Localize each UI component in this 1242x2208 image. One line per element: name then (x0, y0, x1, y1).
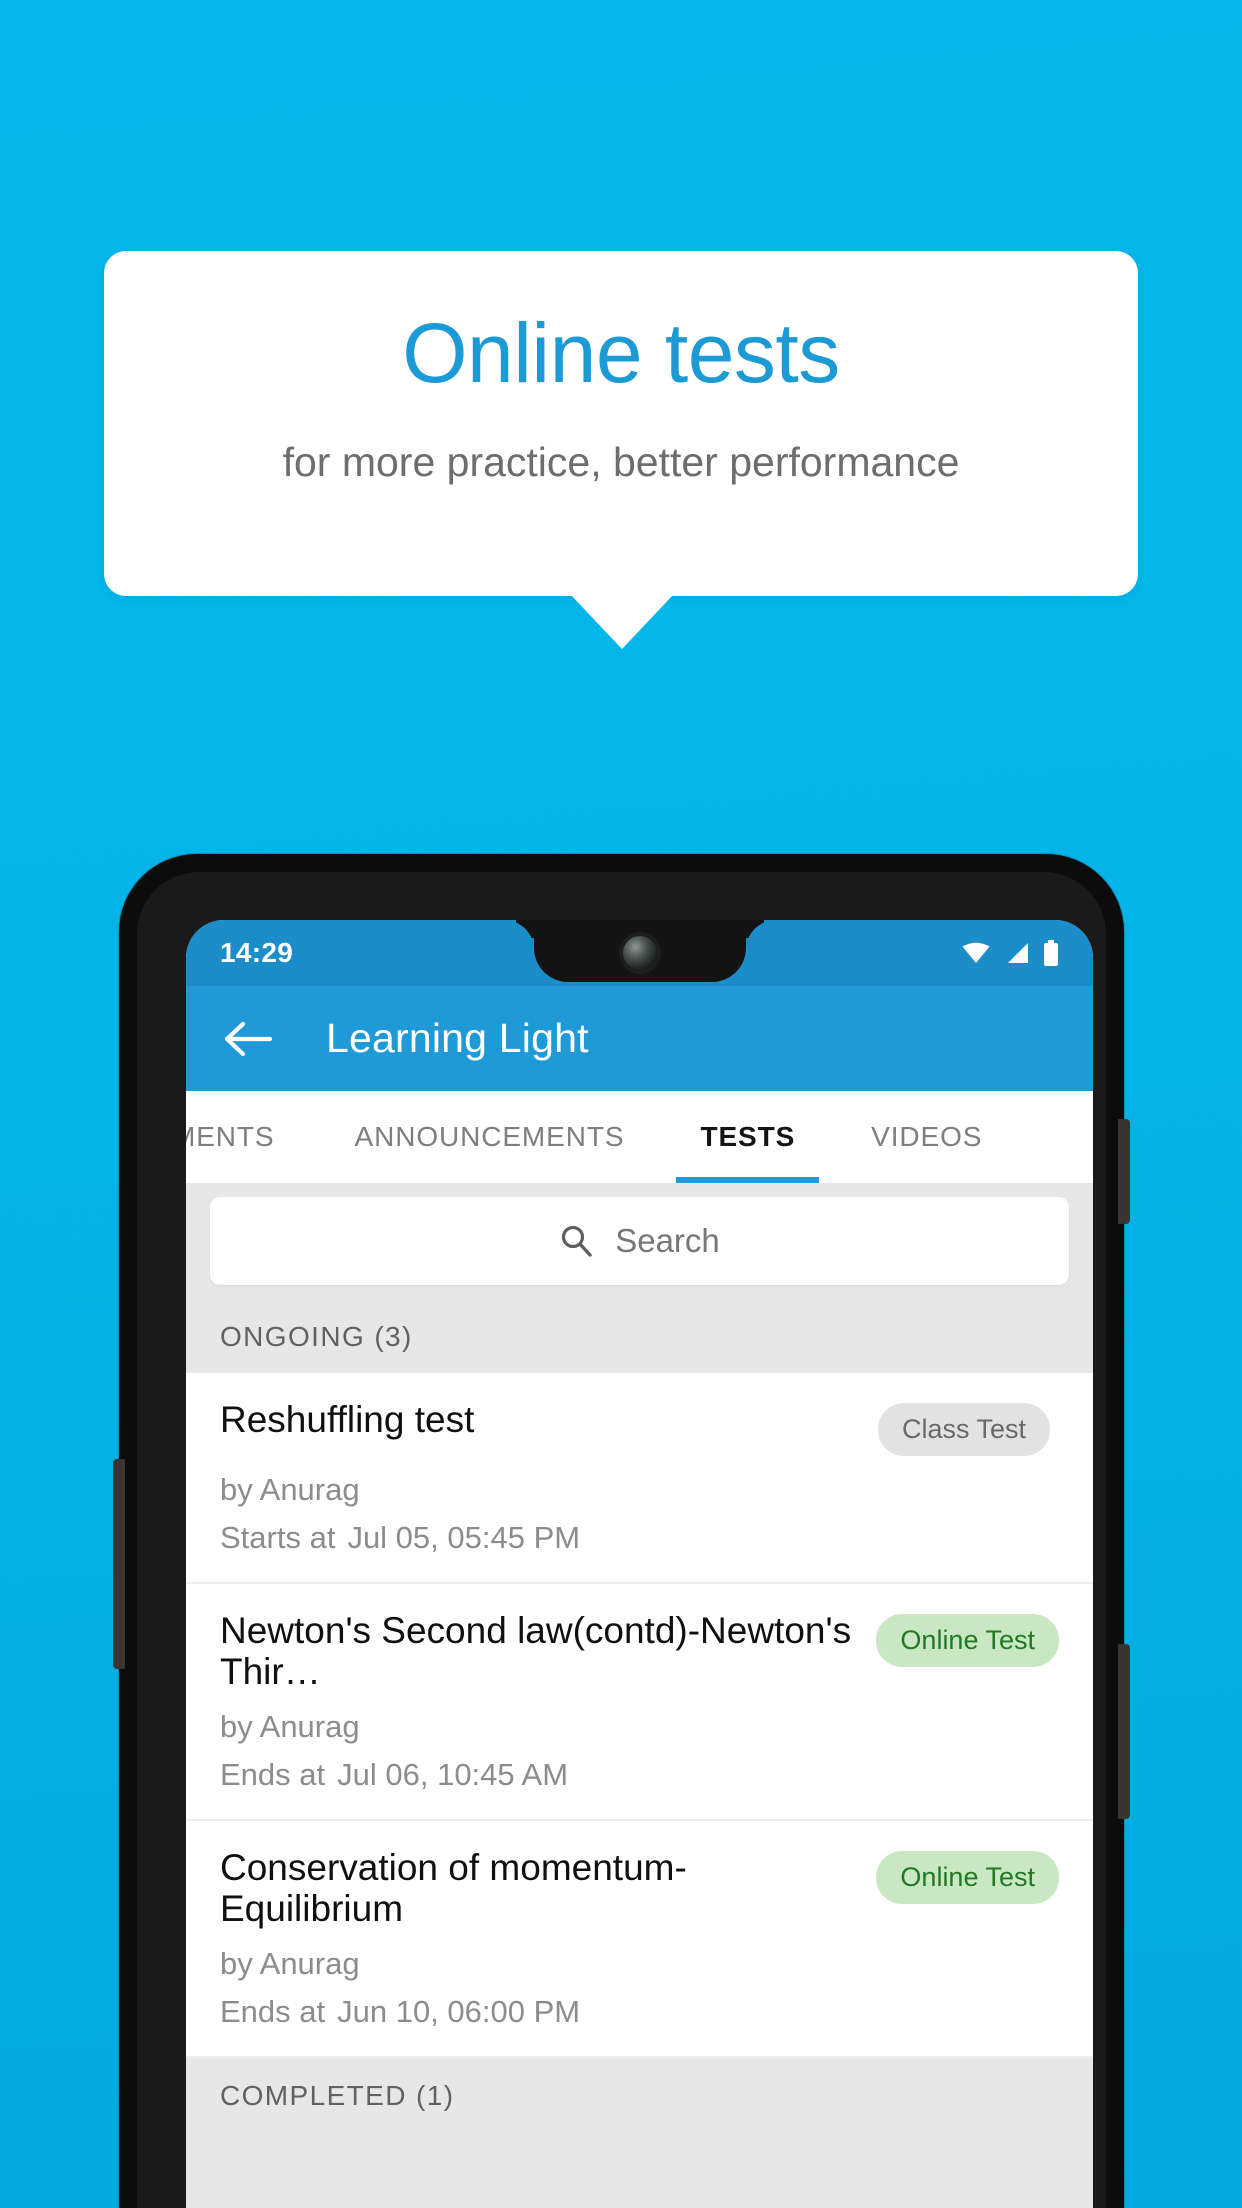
test-title: Conservation of momentum-Equilibrium (220, 1846, 687, 1930)
test-author: by Anurag (220, 1472, 360, 1507)
test-time-label: Starts at (220, 1520, 336, 1555)
back-arrow-icon (224, 1021, 273, 1056)
app-bar: Learning Light (186, 986, 1093, 1091)
test-row-top: Newton's Second law(contd)-Newton's Thir… (220, 1610, 1059, 1693)
test-time-label: Ends at (220, 1756, 326, 1792)
test-time-value: Jun 10, 06:00 PM (337, 1993, 581, 2029)
tab-label: TESTS (700, 1121, 796, 1152)
test-title: Reshuffling test (220, 1399, 475, 1440)
test-row-top: Conservation of momentum-Equilibrium Onl… (220, 1847, 1059, 1930)
tab-label: ANNOUNCEMENTS (354, 1121, 625, 1152)
search-input[interactable]: Search (210, 1197, 1069, 1285)
section-header-ongoing: ONGOING (3) (186, 1299, 1093, 1373)
test-time-label: Ends at (220, 1993, 326, 2029)
status-bar-clock: 14:29 (220, 937, 294, 968)
test-list-item[interactable]: Reshuffling test Class Test by Anurag St… (186, 1373, 1093, 1584)
test-time-value: Jul 05, 05:45 PM (347, 1520, 581, 1555)
promo-speech-bubble: Online tests for more practice, better p… (104, 251, 1138, 596)
search-icon (562, 1225, 592, 1257)
tab-videos[interactable]: VIDEOS (833, 1091, 1020, 1183)
section-header-completed: COMPLETED (1) (186, 2057, 1093, 2132)
status-bar-icons (961, 940, 1059, 966)
test-author: by Anurag (220, 1945, 360, 1981)
phone-power-button[interactable] (1118, 1119, 1130, 1224)
test-type-badge: Online Test (876, 1614, 1059, 1667)
test-time-value: Jul 06, 10:45 AM (337, 1756, 569, 1792)
tab-label: VIDEOS (871, 1121, 983, 1152)
test-time: Ends at Jul 06, 10:45 AM (220, 1757, 1059, 1793)
test-list-item[interactable]: Newton's Second law(contd)-Newton's Thir… (186, 1584, 1093, 1821)
status-bar: 14:29 (186, 920, 1093, 986)
test-list-item[interactable]: Conservation of momentum-Equilibrium Onl… (186, 1820, 1093, 2058)
promo-bubble-tail (570, 594, 674, 649)
phone-screen: 14:29 Learning Light ENTS ANNOUNCEMENTS … (186, 920, 1093, 2208)
phone-inner-bezel: 14:29 Learning Light ENTS ANNOUNCEMENTS … (137, 872, 1106, 2208)
test-type-badge: Online Test (876, 1850, 1059, 1904)
phone-device-frame: 14:29 Learning Light ENTS ANNOUNCEMENTS … (113, 854, 1130, 2208)
promo-subtitle: for more practice, better performance (282, 439, 960, 485)
battery-icon (1044, 940, 1058, 966)
test-time: Ends at Jun 10, 06:00 PM (220, 1994, 1059, 2030)
wifi-icon (962, 942, 990, 963)
test-time: Starts at Jul 05, 05:45 PM (220, 1520, 1059, 1556)
tab-label: MENTS (186, 1121, 275, 1152)
test-type-badge: Class Test (878, 1403, 1051, 1456)
promo-title: Online tests (402, 306, 840, 400)
tab-bar: MENTS ANNOUNCEMENTS TESTS VIDEOS (186, 1091, 1093, 1183)
signal-icon (1008, 943, 1028, 963)
test-title: Newton's Second law(contd)-Newton's Thir… (220, 1610, 852, 1693)
front-camera (622, 936, 657, 970)
tests-list-area: Search ONGOING (3) Reshuffling test Clas… (186, 1183, 1093, 2208)
tab-announcements[interactable]: ANNOUNCEMENTS (317, 1091, 663, 1183)
test-author: by Anurag (220, 1708, 360, 1744)
test-row-top: Reshuffling test Class Test (220, 1399, 1059, 1456)
tab-assignments[interactable]: MENTS (186, 1091, 317, 1183)
search-container: Search (186, 1183, 1093, 1299)
back-button[interactable] (218, 1008, 280, 1070)
phone-volume-button[interactable] (113, 1459, 125, 1669)
phone-assistant-button[interactable] (1118, 1644, 1130, 1819)
app-bar-title: Learning Light (326, 1015, 589, 1061)
tab-tests[interactable]: TESTS (662, 1091, 833, 1183)
search-placeholder: Search (615, 1222, 720, 1259)
